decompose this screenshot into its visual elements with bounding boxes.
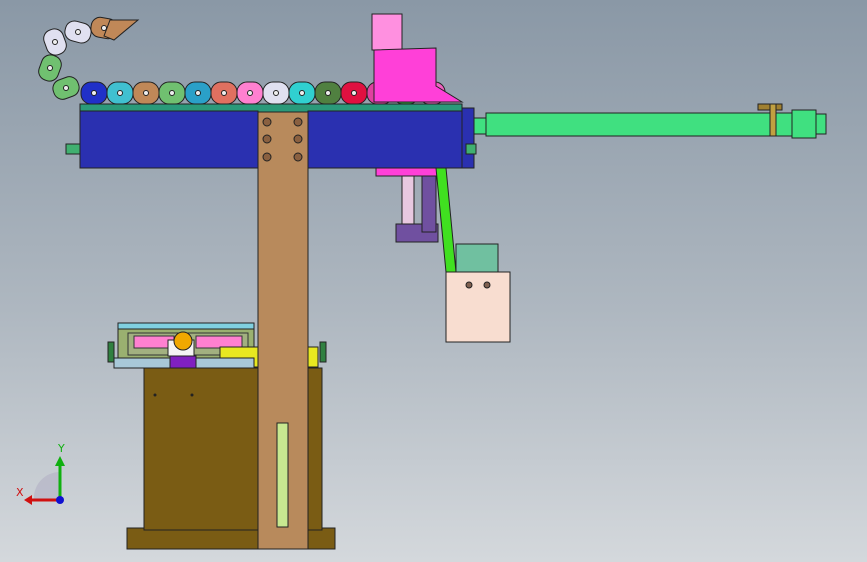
chain-pin [47, 65, 53, 71]
chain-pin [325, 90, 331, 96]
cylinder-tail [815, 113, 827, 135]
beam-bolt [293, 152, 303, 162]
chain-pin [221, 90, 227, 96]
gripper-pad [445, 271, 511, 343]
triad-x-label: X [16, 486, 24, 499]
chain-pin [63, 85, 69, 91]
gripper-bolt [483, 281, 491, 289]
cylinder-body [485, 112, 793, 137]
chain-end-bracket [103, 19, 140, 41]
chain-pin [299, 90, 305, 96]
coordinate-triad: X Y [16, 442, 65, 505]
base-bolt [153, 393, 157, 397]
arm-side-plate [421, 175, 437, 233]
chain-pin [101, 25, 107, 31]
cad-viewport[interactable]: X Y [0, 0, 867, 562]
chain-pin [117, 90, 123, 96]
slide-purple-block [169, 355, 197, 369]
gripper-head [455, 243, 499, 275]
gripper-bolt [465, 281, 473, 289]
arm-mount [375, 167, 447, 177]
chain-pin [143, 90, 149, 96]
vertical-column[interactable] [257, 111, 309, 550]
slide-left-clamp [107, 341, 115, 363]
slide-top-rail [117, 322, 255, 330]
triad-z-axis [56, 496, 64, 504]
motor-assembly[interactable] [371, 13, 464, 103]
beam-end-stub [465, 143, 477, 155]
beam-bolt [262, 152, 272, 162]
triad-y-arrow [55, 456, 65, 466]
linear-cylinder[interactable] [473, 103, 827, 139]
motor-body [373, 47, 464, 103]
slide-knob [173, 331, 193, 351]
chain-pin [247, 90, 253, 96]
column-bolt [293, 117, 303, 127]
gripper-arm[interactable] [375, 167, 511, 343]
chain-pin [351, 90, 357, 96]
chain-pin [52, 39, 58, 45]
slide-right-clamp [319, 341, 327, 363]
chain-pin [195, 90, 201, 96]
chain-pin [273, 90, 279, 96]
beam-body-left [79, 110, 259, 169]
chain-pin [91, 90, 97, 96]
cylinder-clamp [769, 103, 777, 137]
slide-pink-block [195, 335, 243, 349]
triad-x-arrow [24, 495, 32, 505]
beam-end-cap [461, 107, 475, 169]
beam-end-stub [65, 143, 81, 155]
base-bolt [190, 393, 194, 397]
chain-pin [169, 90, 175, 96]
arm-green-link [435, 167, 457, 273]
cylinder-end-cap [791, 109, 817, 139]
column-bolt [293, 134, 303, 144]
column-slot [276, 422, 289, 528]
triad-plane [33, 471, 60, 500]
motor-top [371, 13, 403, 51]
cylinder-rod-mount [473, 117, 487, 135]
triad-y-label: Y [57, 442, 65, 455]
column-bolt [262, 117, 272, 127]
cad-model[interactable]: X Y [0, 0, 867, 562]
chain-pin [75, 29, 81, 35]
column-bolt [262, 134, 272, 144]
beam-body-right [307, 110, 463, 169]
